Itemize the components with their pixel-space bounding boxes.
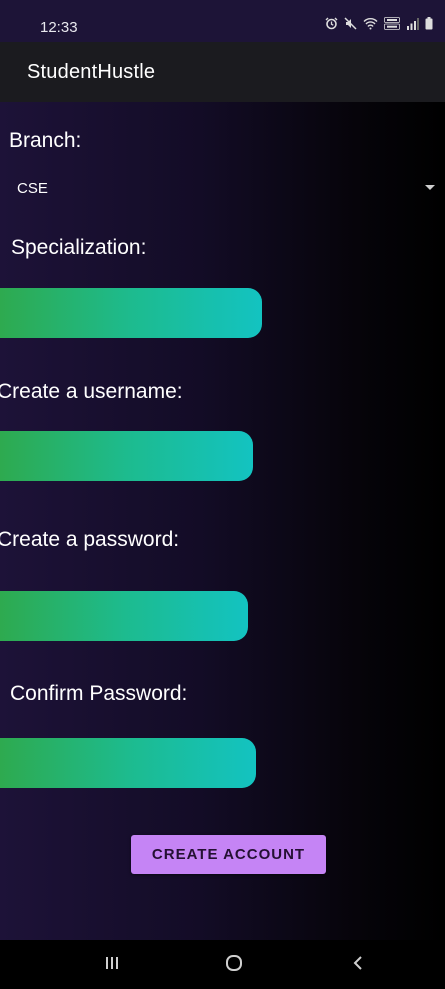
app-toolbar: StudentHustle bbox=[0, 42, 445, 102]
wifi-icon bbox=[363, 17, 378, 35]
home-button[interactable] bbox=[219, 952, 249, 978]
recents-icon bbox=[104, 955, 120, 976]
branch-selected-value: CSE bbox=[17, 180, 48, 197]
username-input[interactable] bbox=[0, 431, 253, 481]
back-button[interactable] bbox=[343, 952, 373, 978]
signal-icon bbox=[406, 17, 419, 35]
username-label: Create a username: bbox=[0, 380, 183, 403]
volte-icon bbox=[384, 17, 400, 35]
branch-dropdown[interactable]: CSE bbox=[0, 170, 445, 206]
status-icons bbox=[325, 17, 433, 35]
password-input[interactable] bbox=[0, 591, 248, 641]
alarm-icon bbox=[325, 17, 338, 35]
create-account-button[interactable]: CREATE ACCOUNT bbox=[131, 835, 326, 874]
home-icon bbox=[225, 954, 243, 977]
specialization-input[interactable] bbox=[0, 288, 262, 338]
battery-icon bbox=[425, 17, 433, 35]
mute-icon bbox=[344, 17, 357, 35]
app-title: StudentHustle bbox=[27, 61, 156, 83]
recents-button[interactable] bbox=[97, 952, 127, 978]
specialization-label: Specialization: bbox=[11, 236, 147, 259]
status-time: 12:33 bbox=[40, 19, 78, 36]
password-label: Create a password: bbox=[0, 528, 180, 551]
back-icon bbox=[351, 955, 365, 976]
confirm-password-label: Confirm Password: bbox=[10, 682, 188, 705]
confirm-password-input[interactable] bbox=[0, 738, 256, 788]
dropdown-arrow-icon bbox=[425, 185, 435, 190]
branch-label: Branch: bbox=[9, 129, 82, 152]
signup-screen: 12:33 StudentHustle Branch: CSE Speciali… bbox=[0, 0, 445, 989]
navigation-bar bbox=[0, 940, 445, 989]
status-bar: 12:33 bbox=[0, 0, 445, 42]
